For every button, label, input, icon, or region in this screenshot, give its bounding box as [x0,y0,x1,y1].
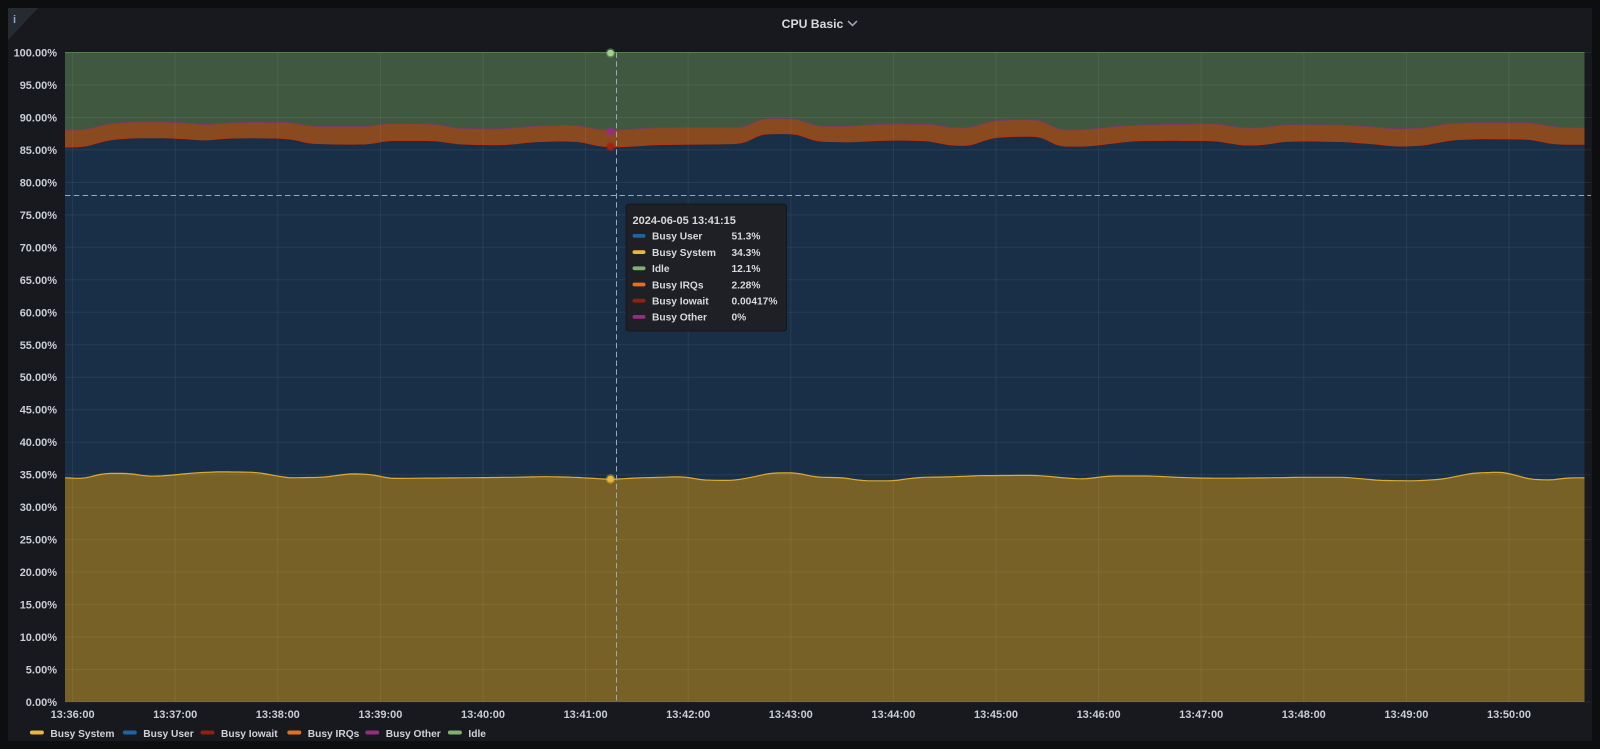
svg-text:Busy User: Busy User [143,729,193,740]
svg-text:13:48:00: 13:48:00 [1282,709,1326,721]
svg-text:13:36:00: 13:36:00 [51,709,95,721]
svg-text:2024-06-05 13:41:15: 2024-06-05 13:41:15 [633,215,736,227]
svg-text:13:39:00: 13:39:00 [358,709,402,721]
svg-text:13:37:00: 13:37:00 [153,709,197,721]
svg-text:12.1%: 12.1% [732,264,761,275]
svg-text:13:45:00: 13:45:00 [974,709,1018,721]
svg-text:35.00%: 35.00% [20,470,58,482]
svg-text:65.00%: 65.00% [20,275,58,287]
svg-text:60.00%: 60.00% [20,307,58,319]
svg-text:13:50:00: 13:50:00 [1487,709,1531,721]
svg-text:0.00%: 0.00% [26,697,57,709]
svg-text:Busy Other: Busy Other [386,729,441,740]
svg-text:15.00%: 15.00% [20,600,58,612]
svg-text:100.00%: 100.00% [14,48,58,60]
svg-text:85.00%: 85.00% [20,145,58,157]
svg-text:34.3%: 34.3% [732,248,761,259]
svg-text:95.00%: 95.00% [20,80,58,92]
svg-text:80.00%: 80.00% [20,177,58,189]
svg-text:13:42:00: 13:42:00 [666,709,710,721]
svg-text:Idle: Idle [468,729,486,740]
svg-text:25.00%: 25.00% [20,535,58,547]
svg-text:Busy System: Busy System [50,729,114,740]
svg-text:51.3%: 51.3% [732,232,761,243]
svg-text:13:40:00: 13:40:00 [461,709,505,721]
svg-text:30.00%: 30.00% [20,502,58,514]
svg-text:13:41:00: 13:41:00 [564,709,608,721]
svg-text:2.28%: 2.28% [732,280,761,291]
svg-text:13:44:00: 13:44:00 [871,709,915,721]
svg-text:70.00%: 70.00% [20,242,58,254]
svg-text:Busy System: Busy System [652,248,716,259]
svg-text:10.00%: 10.00% [20,632,58,644]
svg-text:Busy IRQs: Busy IRQs [652,280,704,291]
svg-text:Idle: Idle [652,264,670,275]
svg-text:0%: 0% [732,313,747,324]
svg-text:45.00%: 45.00% [20,405,58,417]
svg-text:75.00%: 75.00% [20,210,58,222]
svg-text:Busy Other: Busy Other [652,313,707,324]
svg-text:50.00%: 50.00% [20,372,58,384]
svg-text:90.00%: 90.00% [20,113,58,125]
svg-text:13:46:00: 13:46:00 [1077,709,1121,721]
svg-text:Busy Iowait: Busy Iowait [221,729,278,740]
svg-text:40.00%: 40.00% [20,437,58,449]
svg-text:13:43:00: 13:43:00 [769,709,813,721]
svg-text:Busy IRQs: Busy IRQs [308,729,360,740]
svg-text:13:49:00: 13:49:00 [1384,709,1428,721]
svg-text:0.00417%: 0.00417% [732,297,778,308]
svg-text:Busy Iowait: Busy Iowait [652,297,709,308]
svg-text:CPU Basic: CPU Basic [782,17,844,31]
svg-text:13:47:00: 13:47:00 [1179,709,1223,721]
svg-text:i: i [13,14,16,26]
svg-text:5.00%: 5.00% [26,665,57,677]
svg-text:20.00%: 20.00% [20,567,58,579]
svg-text:55.00%: 55.00% [20,340,58,352]
svg-text:13:38:00: 13:38:00 [256,709,300,721]
svg-text:Busy User: Busy User [652,232,702,243]
